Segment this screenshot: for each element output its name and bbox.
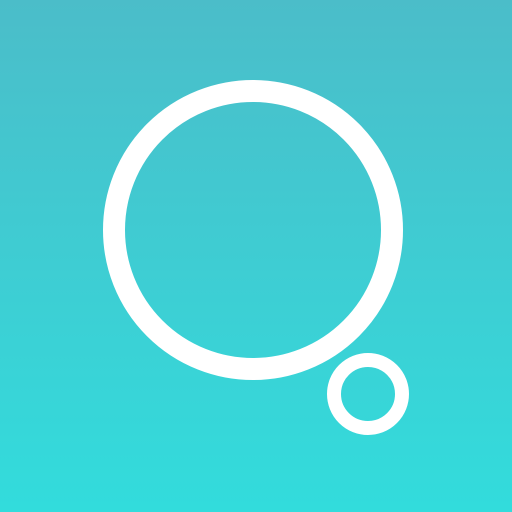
small-ring	[327, 353, 409, 435]
large-ring	[103, 80, 403, 380]
thought-bubble-logo-icon	[103, 80, 409, 435]
app-icon	[0, 0, 512, 512]
